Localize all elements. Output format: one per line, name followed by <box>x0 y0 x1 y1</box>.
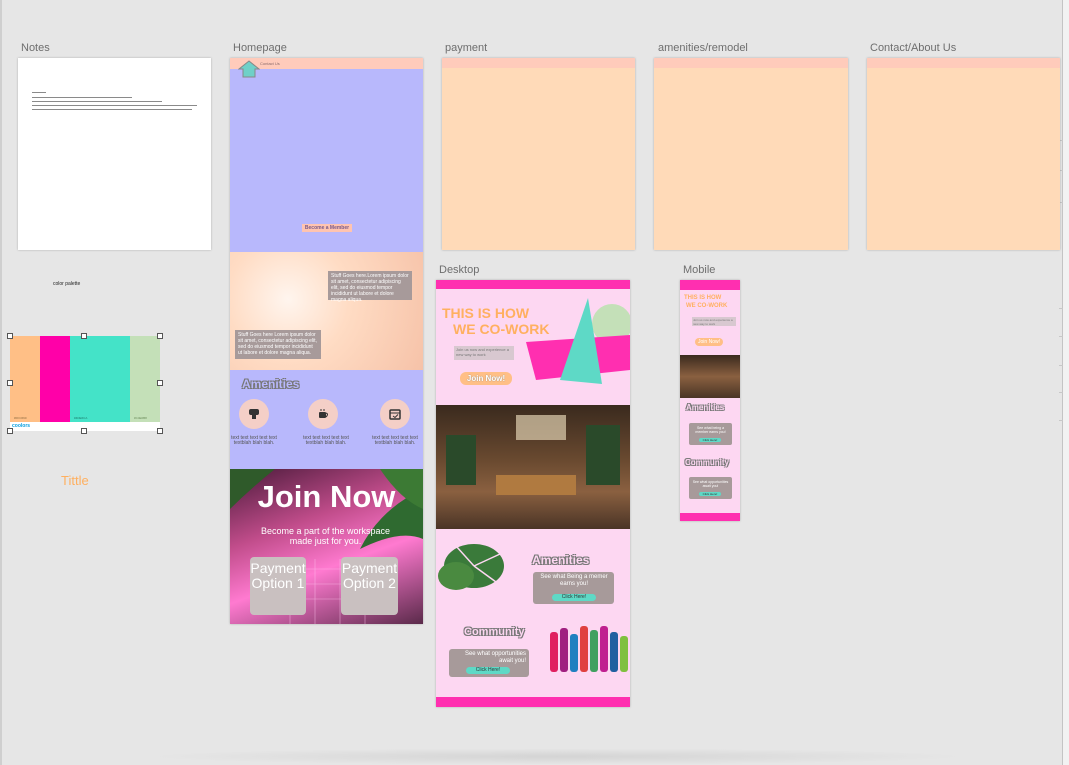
resize-handle[interactable] <box>157 428 163 434</box>
desktop-headline-2: WE CO-WORK <box>453 321 550 337</box>
desktop-amenities-button[interactable]: Click Here! <box>552 594 596 601</box>
desktop-sub-text: Join us now and experience a new way to … <box>454 346 514 360</box>
mobile-community-text: See what opportunities await you! <box>692 480 729 488</box>
palette-swatch: #4DE6CA <box>70 336 130 422</box>
mobile-sub-text: Join us now and experience a new way to … <box>692 317 736 326</box>
payment-option-1-button[interactable]: Payment Option 1 <box>250 557 306 615</box>
nav-bar <box>442 58 635 68</box>
notes-text-line <box>32 109 192 110</box>
mobile-amenities-card: See what being a member earns you! Click… <box>689 423 732 445</box>
stuff-text-box-2: Stuff Goes here Lorem ipsum dolor sit am… <box>235 330 321 359</box>
canvas-bottom-shadow <box>142 748 972 765</box>
mobile-headline-2: WE CO-WORK <box>686 303 728 309</box>
artboard-contact[interactable] <box>867 58 1060 250</box>
artboard-label-desktop[interactable]: Desktop <box>439 264 479 276</box>
notes-text-line <box>32 101 162 102</box>
mobile-nav-bar <box>680 280 740 290</box>
palette-swatch <box>40 336 70 422</box>
desktop-community-title: Community <box>464 626 525 638</box>
nav-bar <box>867 58 1060 68</box>
desktop-join-button[interactable]: Join Now! <box>460 372 512 385</box>
artboard-notes[interactable] <box>18 58 211 250</box>
notes-text-line <box>32 97 132 98</box>
desktop-amenities-title: Amenities <box>532 553 590 567</box>
mobile-headline-1: THIS IS HOW <box>684 295 722 301</box>
palette-label[interactable]: color palette <box>53 281 80 287</box>
payment-option-2-button[interactable]: Payment Option 2 <box>341 557 398 615</box>
title-sample-text[interactable]: Tittle <box>61 473 89 488</box>
amenity-text: text text text text text textblah blah b… <box>231 435 277 446</box>
coworking-space-photo <box>436 405 630 529</box>
desktop-hero-shapes <box>526 298 630 384</box>
palette-code: #4DE6CA <box>74 416 88 420</box>
nav-bar <box>654 58 848 68</box>
resize-handle[interactable] <box>81 428 87 434</box>
artboard-label-amenities[interactable]: amenities/remodel <box>658 42 748 54</box>
mobile-join-button[interactable]: Join Now! <box>695 338 723 346</box>
mobile-community-button[interactable]: Click Here! <box>699 492 721 496</box>
artboard-amenities[interactable] <box>654 58 848 250</box>
calendar-icon <box>380 399 410 429</box>
become-member-button[interactable]: Become a Member <box>302 224 352 232</box>
palette-swatch: #C4E0B8 <box>130 336 160 422</box>
resize-handle[interactable] <box>157 380 163 386</box>
right-panel-edge <box>1063 0 1069 765</box>
palette-code: #C4E0B8 <box>134 416 147 420</box>
notes-text-line <box>32 92 46 93</box>
community-silhouettes-image <box>550 626 628 672</box>
desktop-community-card: See what opportunities await you! Click … <box>449 649 529 677</box>
desktop-amenities-card: See what Being a memer earns you! Click … <box>533 572 614 604</box>
mobile-amenities-text: See what being a member earns you! <box>695 426 726 434</box>
artboard-label-notes[interactable]: Notes <box>21 42 50 54</box>
artboard-label-homepage[interactable]: Homepage <box>233 42 287 54</box>
artboard-label-mobile[interactable]: Mobile <box>683 264 715 276</box>
desktop-community-text: See what opportunities await you! <box>464 651 526 664</box>
artboard-label-contact[interactable]: Contact/About Us <box>870 42 956 54</box>
notes-text-line <box>32 105 197 106</box>
mobile-amenities-title: Amenities <box>686 403 725 412</box>
desktop-headline-1: THIS IS HOW <box>442 305 530 321</box>
artboard-desktop[interactable]: THIS IS HOW WE CO-WORK Join us now and e… <box>436 280 630 707</box>
mobile-footer <box>680 513 740 521</box>
mobile-community-card: See what opportunities await you! Click … <box>689 477 732 499</box>
desktop-footer <box>436 697 630 707</box>
artboard-label-payment[interactable]: payment <box>445 42 487 54</box>
amenity-text: text text text text text textblah blah b… <box>303 435 349 446</box>
monstera-leaf-image <box>438 544 504 590</box>
desktop-amenities-text: See what Being a memer earns you! <box>540 574 608 587</box>
artboard-payment[interactable] <box>442 58 635 250</box>
homepage-amenities-title: Amenities <box>242 377 300 391</box>
mobile-community-title: Community <box>685 458 729 467</box>
resize-handle[interactable] <box>157 333 163 339</box>
resize-handle[interactable] <box>7 428 13 434</box>
desktop-community-button[interactable]: Click Here! <box>466 667 510 674</box>
join-now-subtitle: Become a part of the workspace made just… <box>260 526 391 546</box>
mobile-coworking-photo <box>680 355 740 398</box>
resize-handle[interactable] <box>7 333 13 339</box>
artboard-mobile[interactable]: THIS IS HOW WE CO-WORK Join us now and e… <box>680 280 740 521</box>
palette-code: #FFC690 <box>14 416 27 420</box>
amenity-text: text text text text text textblah blah b… <box>372 435 418 446</box>
design-canvas[interactable]: Notes color palette #FFC690 #4DE6CA #C4E… <box>0 0 1065 765</box>
palette-swatch: #FFC690 <box>10 336 40 422</box>
join-now-title: Join Now <box>257 479 396 514</box>
mobile-amenities-button[interactable]: Click Here! <box>699 438 721 442</box>
coolors-logo: coolors <box>12 423 31 429</box>
resize-handle[interactable] <box>81 333 87 339</box>
coffee-maker-icon <box>239 399 269 429</box>
nav-contact-link[interactable]: Contact Us <box>260 61 280 66</box>
artboard-homepage[interactable]: Contact Us Become a Member Stuff Goes he… <box>230 58 423 624</box>
palette-image[interactable]: #FFC690 #4DE6CA #C4E0B8 coolors <box>10 336 160 431</box>
coffee-cup-icon <box>308 399 338 429</box>
home-icon[interactable] <box>238 60 260 78</box>
stuff-text-box-1: Stuff Goes here.Lorem ipsum dolor sit am… <box>328 271 412 303</box>
resize-handle[interactable] <box>7 380 13 386</box>
